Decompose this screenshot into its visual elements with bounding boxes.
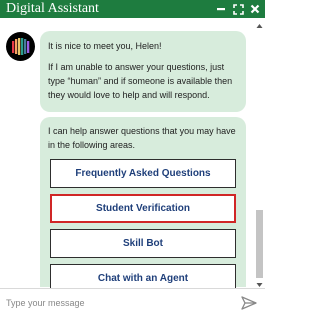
assistant-avatar — [6, 32, 35, 61]
chat-scrollbar[interactable] — [256, 22, 263, 288]
fallback-text: If I am unable to answer your questions,… — [48, 62, 233, 100]
assistant-message-greeting: It is nice to meet you, Helen! If I am u… — [40, 31, 246, 112]
scroll-up-icon[interactable] — [256, 22, 263, 29]
faq-button[interactable]: Frequently Asked Questions — [50, 159, 236, 188]
chat-transcript[interactable]: It is nice to meet you, Helen! If I am u… — [0, 18, 265, 288]
student-verification-button[interactable]: Student Verification — [50, 194, 236, 223]
greeting-text: It is nice to meet you, Helen! — [48, 41, 162, 51]
skill-bot-button[interactable]: Skill Bot — [50, 229, 236, 258]
assistant-message-options: I can help answer questions that you may… — [40, 117, 246, 288]
window-title: Digital Assistant — [6, 1, 99, 16]
minimize-icon[interactable] — [214, 2, 228, 16]
message-input[interactable] — [0, 291, 239, 314]
scroll-thumb[interactable] — [256, 210, 263, 278]
scroll-down-icon[interactable] — [256, 281, 263, 288]
close-icon[interactable] — [248, 2, 262, 16]
send-icon[interactable] — [239, 293, 259, 313]
chat-with-agent-button[interactable]: Chat with an Agent — [50, 264, 236, 288]
title-bar: Digital Assistant — [0, 0, 265, 18]
expand-icon[interactable] — [231, 2, 245, 16]
options-intro-text: I can help answer questions that you may… — [48, 126, 236, 150]
message-composer — [0, 288, 265, 316]
